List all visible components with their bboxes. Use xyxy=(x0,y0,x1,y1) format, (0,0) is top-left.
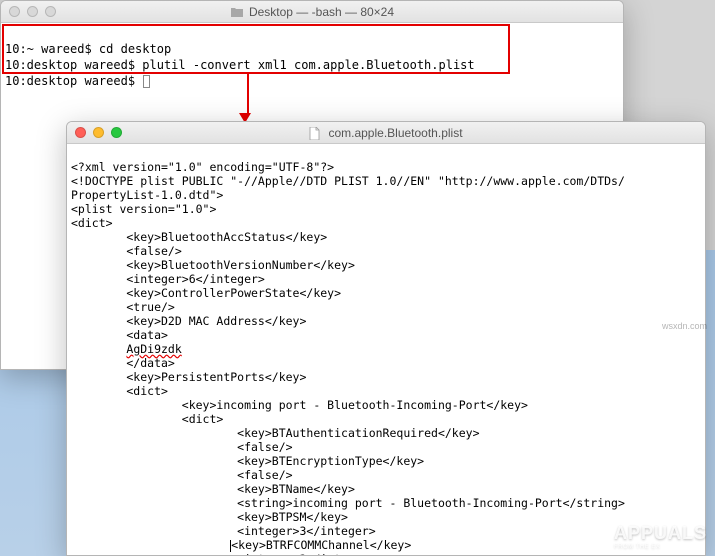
term-line-2: 10:desktop wareed$ plutil -convert xml1 … xyxy=(5,58,475,72)
file-line: <false/> xyxy=(71,468,293,482)
close-button[interactable] xyxy=(75,127,86,138)
file-line: <key>BluetoothVersionNumber</key> xyxy=(71,258,355,272)
file-line: <key>BluetoothAccStatus</key> xyxy=(71,230,327,244)
file-line: AgDi9zdk xyxy=(71,342,182,356)
file-line: <!DOCTYPE plist PUBLIC "-//Apple//DTD PL… xyxy=(71,174,625,188)
file-line: <key>BTRFCOMMChannel</key> xyxy=(71,538,411,552)
file-line: <dict> xyxy=(71,384,168,398)
close-button[interactable] xyxy=(9,6,20,17)
texteditor-title-text: com.apple.Bluetooth.plist xyxy=(328,126,462,140)
file-line: <key>BTName</key> xyxy=(71,482,355,496)
document-icon xyxy=(309,127,323,139)
texteditor-window[interactable]: com.apple.Bluetooth.plist <?xml version=… xyxy=(66,121,706,556)
file-line: <key>BTAuthenticationRequired</key> xyxy=(71,426,480,440)
file-line: <key>BTPSM</key> xyxy=(71,510,348,524)
term-line-1: 10:~ wareed$ cd desktop xyxy=(5,42,171,56)
texteditor-titlebar[interactable]: com.apple.Bluetooth.plist xyxy=(67,122,705,144)
zoom-button[interactable] xyxy=(45,6,56,17)
watermark-small: wsxdn.com xyxy=(662,321,707,331)
terminal-traffic-lights xyxy=(1,6,56,17)
file-line: <integer>3</integer> xyxy=(71,524,376,538)
file-line: <data> xyxy=(71,328,168,342)
file-line: <integer>3</integer> xyxy=(71,552,376,556)
file-line: <integer>6</integer> xyxy=(71,272,265,286)
zoom-button[interactable] xyxy=(111,127,122,138)
file-line: <plist version="1.0"> xyxy=(71,202,216,216)
file-line: <false/> xyxy=(71,440,293,454)
watermark-main: APPUALS FROM THE EX xyxy=(614,523,707,550)
term-line-3: 10:desktop wareed$ xyxy=(5,74,142,88)
file-line: <true/> xyxy=(71,300,175,314)
file-line: <key>ControllerPowerState</key> xyxy=(71,286,341,300)
file-line: <?xml version="1.0" encoding="UTF-8"?> xyxy=(71,160,334,174)
texteditor-traffic-lights xyxy=(67,127,122,138)
terminal-title: Desktop — -bash — 80×24 xyxy=(1,5,623,19)
folder-icon xyxy=(230,6,244,18)
file-line: <false/> xyxy=(71,244,182,258)
file-line: PropertyList-1.0.dtd"> xyxy=(71,188,223,202)
file-line: <string>incoming port - Bluetooth-Incomi… xyxy=(71,496,625,510)
spellcheck-underline: AgDi9zdk xyxy=(126,342,181,356)
file-line: <dict> xyxy=(71,412,223,426)
terminal-title-text: Desktop — -bash — 80×24 xyxy=(249,5,394,19)
file-line: <key>D2D MAC Address</key> xyxy=(71,314,306,328)
texteditor-body[interactable]: <?xml version="1.0" encoding="UTF-8"?> <… xyxy=(67,144,705,556)
terminal-body[interactable]: 10:~ wareed$ cd desktop 10:desktop waree… xyxy=(1,23,623,107)
minimize-button[interactable] xyxy=(27,6,38,17)
file-line: <key>BTEncryptionType</key> xyxy=(71,454,424,468)
terminal-titlebar[interactable]: Desktop — -bash — 80×24 xyxy=(1,1,623,23)
minimize-button[interactable] xyxy=(93,127,104,138)
file-line: </data> xyxy=(71,356,175,370)
file-line: <key>incoming port - Bluetooth-Incoming-… xyxy=(71,398,528,412)
texteditor-title: com.apple.Bluetooth.plist xyxy=(67,126,705,140)
terminal-cursor xyxy=(143,75,150,88)
file-line: <dict> xyxy=(71,216,113,230)
file-line: <key>PersistentPorts</key> xyxy=(71,370,306,384)
